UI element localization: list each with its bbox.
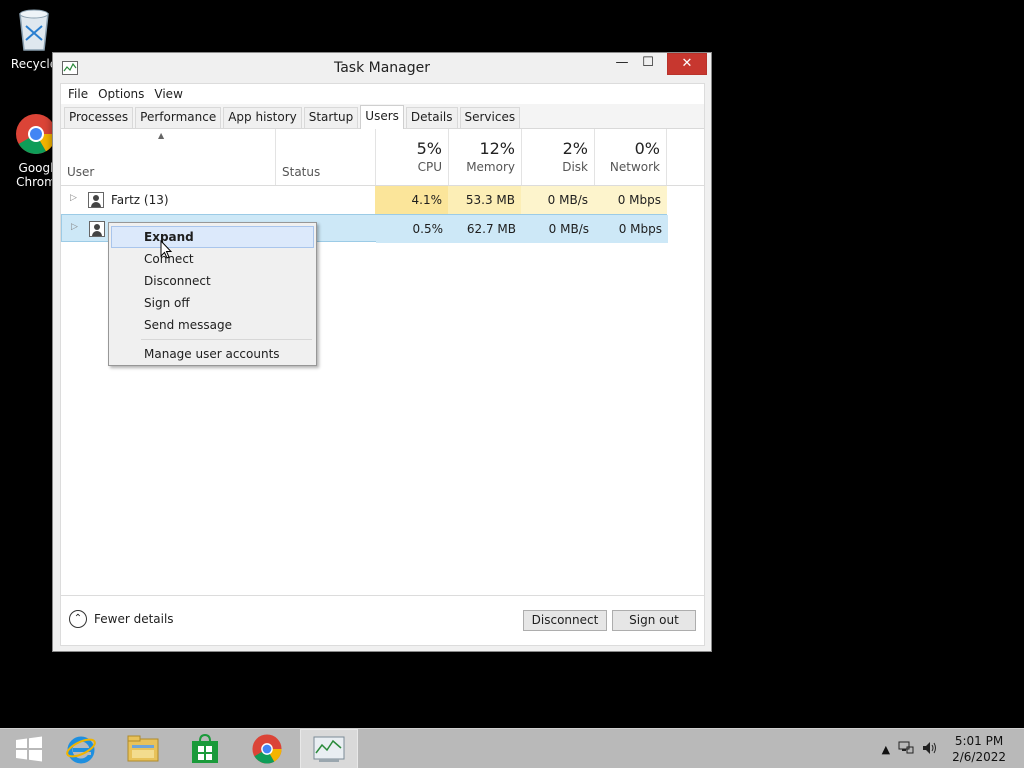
taskbar-store[interactable] (176, 729, 234, 768)
context-menu-item-sign-off[interactable]: Sign off (111, 292, 314, 314)
sort-ascending-icon: ▲ (158, 131, 165, 140)
tab-processes[interactable]: Processes (64, 107, 134, 128)
taskbar-internet-explorer[interactable] (52, 729, 110, 768)
column-label-status: Status (282, 165, 321, 179)
internet-explorer-icon (66, 736, 96, 764)
mouse-cursor-icon (160, 240, 173, 259)
menu-bar: File Options View (61, 84, 704, 104)
column-header-user[interactable]: ▲ User (61, 129, 275, 185)
table-row[interactable]: ▷ Fartz (13) 4.1% 53.3 MB 0 MB/s 0 Mbps (61, 186, 667, 214)
store-icon (192, 734, 218, 763)
context-menu: Expand Connect Disconnect Sign off Send … (108, 222, 317, 366)
footer-bar: ⌃ Fewer details Disconnect Sign out (61, 595, 704, 645)
taskbar-file-explorer[interactable] (114, 729, 172, 768)
network-icon[interactable] (898, 741, 914, 758)
taskbar: ▲ 5:01 PM 2/6/2022 (0, 728, 1024, 768)
tab-startup[interactable]: Startup (303, 107, 359, 128)
task-manager-icon (313, 736, 345, 762)
cpu-total-percent: 5% (416, 139, 442, 158)
clock-time: 5:01 PM (954, 734, 1004, 748)
column-label-disk: Disk (562, 160, 588, 174)
context-menu-item-send-message[interactable]: Send message (111, 314, 314, 336)
column-label-user: User (67, 165, 95, 179)
disk-total-percent: 2% (562, 139, 588, 158)
column-label-memory: Memory (466, 160, 515, 174)
folder-icon (127, 735, 159, 762)
disk-value: 0 MB/s (521, 186, 594, 214)
tab-strip: Processes Performance App history Startu… (61, 104, 704, 129)
fewer-details-link[interactable]: ⌃ Fewer details (69, 610, 174, 628)
tab-services[interactable]: Services (459, 107, 521, 128)
memory-total-percent: 12% (479, 139, 515, 158)
recycle-bin-icon (19, 9, 49, 51)
chrome-icon (252, 734, 282, 764)
maximize-button[interactable]: ☐ (635, 53, 661, 75)
expand-chevron-icon[interactable]: ▷ (71, 222, 78, 232)
clock[interactable]: 5:01 PM 2/6/2022 (952, 733, 1006, 765)
column-label-network: Network (609, 160, 660, 174)
tab-users[interactable]: Users (360, 105, 404, 129)
menu-view[interactable]: View (149, 87, 187, 101)
column-header-network[interactable]: 0% Network (594, 129, 667, 185)
context-menu-separator (141, 339, 312, 340)
taskbar-chrome[interactable] (238, 729, 296, 768)
user-name: Fartz (13) (111, 193, 169, 207)
fewer-details-label: Fewer details (94, 612, 174, 626)
context-menu-item-disconnect[interactable]: Disconnect (111, 270, 314, 292)
taskbar-task-manager[interactable] (300, 729, 358, 768)
column-header-cpu[interactable]: 5% CPU (375, 129, 448, 185)
context-menu-item-manage-accounts[interactable]: Manage user accounts (111, 343, 314, 365)
tab-app-history[interactable]: App history (223, 107, 302, 128)
column-header-memory[interactable]: 12% Memory (448, 129, 521, 185)
close-button[interactable]: ✕ (667, 53, 707, 75)
cpu-value: 0.5% (376, 215, 449, 243)
show-hidden-icons-icon[interactable]: ▲ (882, 743, 890, 756)
context-menu-item-expand[interactable]: Expand (111, 226, 314, 248)
minimize-button[interactable]: — (609, 53, 635, 75)
column-header-status[interactable]: Status (275, 129, 375, 185)
menu-options[interactable]: Options (93, 87, 149, 101)
start-button[interactable] (0, 729, 58, 768)
column-header-disk[interactable]: 2% Disk (521, 129, 594, 185)
network-value: 0 Mbps (594, 186, 667, 214)
expand-chevron-icon[interactable]: ▷ (70, 193, 77, 203)
user-avatar-icon (89, 221, 105, 237)
column-label-cpu: CPU (417, 160, 442, 174)
network-value: 0 Mbps (595, 215, 668, 243)
clock-date: 2/6/2022 (952, 750, 1006, 764)
disconnect-button[interactable]: Disconnect (523, 610, 607, 631)
user-avatar-icon (88, 192, 104, 208)
tab-details[interactable]: Details (405, 107, 458, 128)
memory-value: 62.7 MB (449, 215, 522, 243)
system-tray: ▲ 5:01 PM 2/6/2022 (882, 729, 1024, 768)
column-header-row: ▲ User Status 5% CPU 12% Memory 2% Disk … (61, 129, 704, 186)
menu-file[interactable]: File (63, 87, 93, 101)
title-bar[interactable]: Task Manager — ☐ ✕ (53, 53, 711, 83)
windows-logo-icon (16, 736, 42, 762)
volume-icon[interactable] (922, 741, 938, 758)
memory-value: 53.3 MB (448, 186, 521, 214)
chevron-up-circle-icon: ⌃ (69, 610, 87, 628)
sign-out-button[interactable]: Sign out (612, 610, 696, 631)
tab-performance[interactable]: Performance (135, 107, 222, 128)
cpu-value: 4.1% (375, 186, 448, 214)
network-total-percent: 0% (634, 139, 660, 158)
disk-value: 0 MB/s (522, 215, 595, 243)
context-menu-item-connect[interactable]: Connect (111, 248, 314, 270)
